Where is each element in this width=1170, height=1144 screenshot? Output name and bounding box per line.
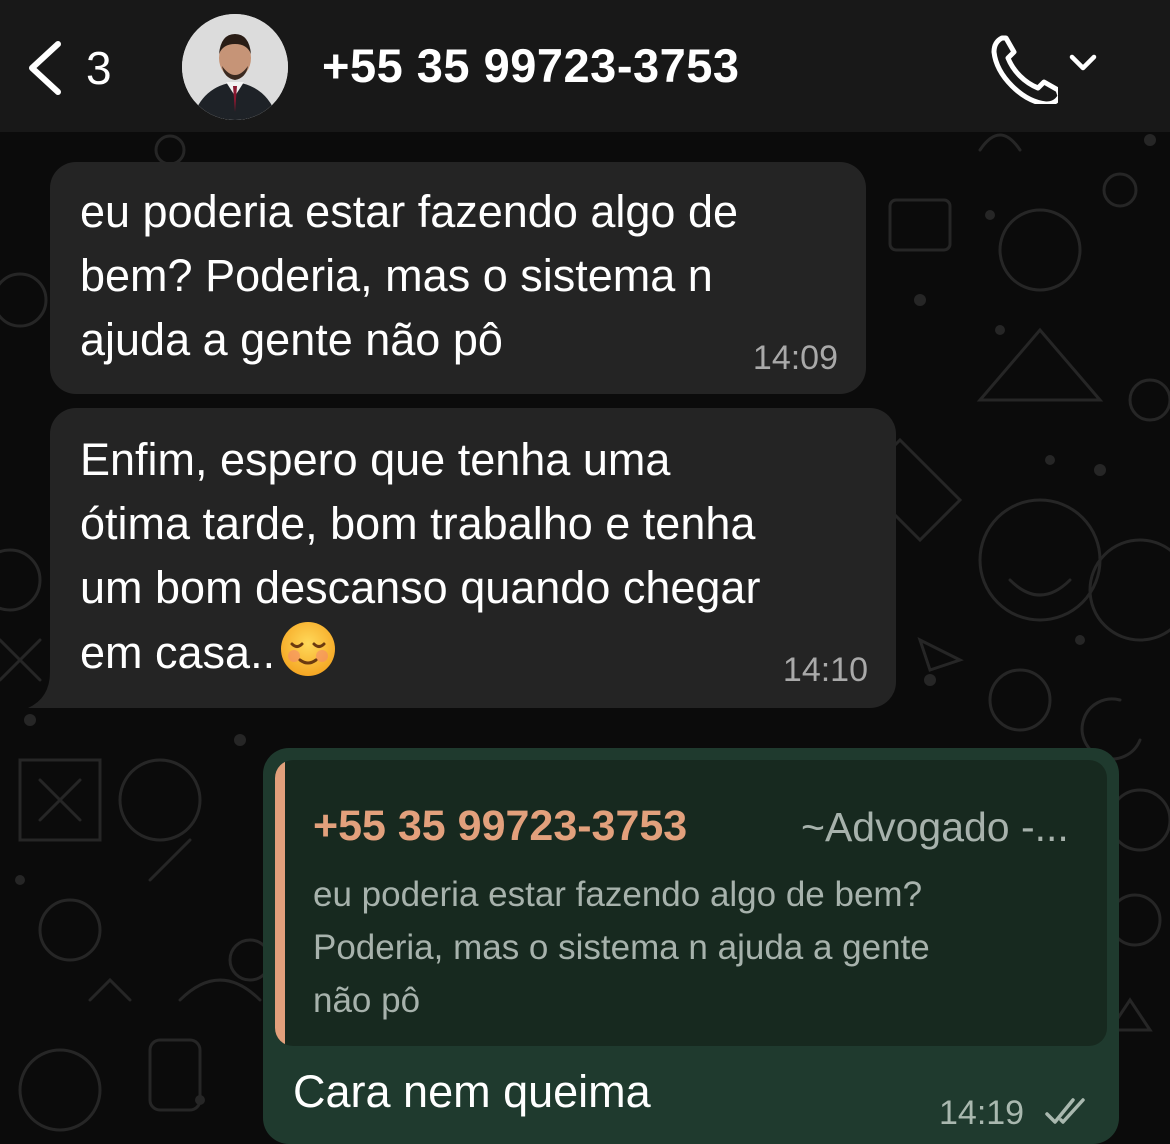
message-bubble-incoming[interactable]: Enfim, espero que tenha uma ótima tarde,… bbox=[50, 408, 896, 708]
message-text-content: Enfim, espero que tenha uma ótima tarde,… bbox=[80, 434, 761, 678]
message-text: Enfim, espero que tenha uma ótima tarde,… bbox=[80, 428, 880, 685]
smiling-face-icon bbox=[281, 622, 336, 676]
unread-count: 3 bbox=[86, 42, 112, 94]
chevron-down-icon[interactable] bbox=[1066, 48, 1100, 78]
quote-accent-bar bbox=[275, 760, 285, 1046]
contact-name[interactable]: +55 35 99723-3753 bbox=[322, 38, 740, 93]
quoted-push-name: ~Advogado -... bbox=[801, 804, 1069, 850]
back-button[interactable]: 3 bbox=[20, 28, 140, 108]
avatar[interactable] bbox=[182, 14, 288, 120]
double-check-icon bbox=[1045, 1098, 1085, 1124]
quoted-message[interactable]: +55 35 99723-3753 ~Advogado -... eu pode… bbox=[275, 760, 1107, 1046]
message-time: 14:10 bbox=[782, 651, 868, 689]
chat-header: 3 +55 35 99723-3753 bbox=[0, 0, 1170, 132]
chevron-left-icon bbox=[29, 41, 61, 95]
message-text: eu poderia estar fazendo algo de bem? Po… bbox=[80, 186, 738, 365]
message-bubble-incoming[interactable]: eu poderia estar fazendo algo de bem? Po… bbox=[50, 162, 866, 394]
message-time: 14:09 bbox=[752, 339, 838, 377]
quoted-text: eu poderia estar fazendo algo de bem? Po… bbox=[313, 875, 930, 1020]
avatar-image bbox=[182, 14, 288, 120]
message-text: Cara nem queima bbox=[293, 1066, 651, 1117]
phone-icon[interactable] bbox=[988, 30, 1058, 104]
message-time: 14:19 bbox=[939, 1094, 1025, 1132]
message-bubble-outgoing[interactable]: +55 35 99723-3753 ~Advogado -... eu pode… bbox=[263, 748, 1119, 1144]
quoted-sender: +55 35 99723-3753 bbox=[313, 802, 688, 850]
